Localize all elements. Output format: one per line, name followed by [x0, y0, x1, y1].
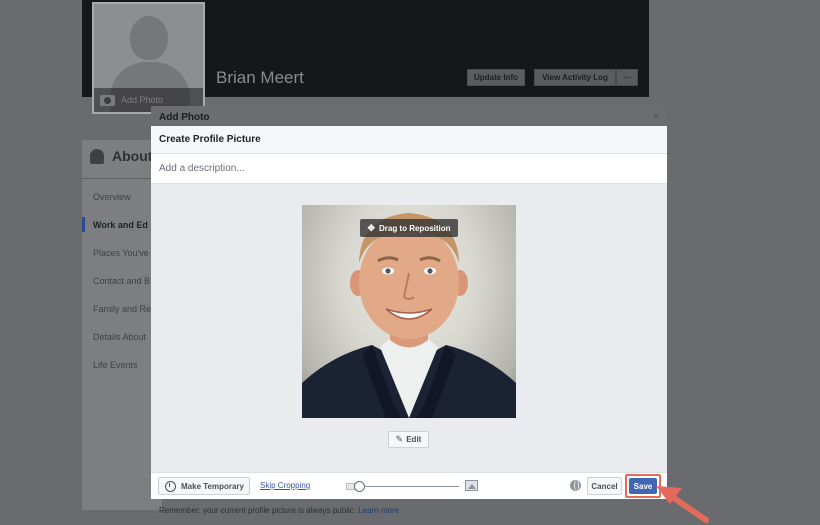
dialog-outer-title: Add Photo — [159, 112, 210, 123]
make-temporary-label: Make Temporary — [181, 481, 244, 491]
about-item-work[interactable]: Work and Ed — [93, 220, 151, 230]
zoom-slider-handle[interactable] — [354, 481, 365, 492]
update-info-button[interactable]: Update Info — [467, 69, 525, 86]
about-header: About — [90, 148, 152, 164]
about-divider — [82, 178, 162, 179]
more-options-button[interactable]: ··· — [616, 69, 638, 86]
about-item-overview[interactable]: Overview — [93, 192, 151, 202]
skip-cropping-link[interactable]: Skip Cropping — [260, 481, 310, 490]
zoom-slider-track[interactable] — [356, 486, 459, 487]
public-notice: Remember: your current profile picture i… — [159, 506, 399, 515]
view-activity-log-button[interactable]: View Activity Log — [534, 69, 616, 86]
about-title: About — [112, 148, 153, 164]
about-item-details[interactable]: Details About — [93, 332, 151, 342]
close-icon[interactable]: × — [653, 111, 659, 122]
profile-picture[interactable]: Add Photo — [92, 2, 205, 114]
about-item-places[interactable]: Places You've — [93, 248, 151, 258]
description-input[interactable] — [159, 163, 639, 174]
large-image-icon — [465, 480, 478, 491]
silhouette-head — [130, 16, 168, 60]
profile-name[interactable]: Brian Meert — [216, 68, 304, 88]
cancel-button[interactable]: Cancel — [587, 477, 622, 495]
make-temporary-button[interactable]: Make Temporary — [158, 477, 250, 495]
profile-photo-preview[interactable]: ✥ Drag to Reposition — [302, 205, 516, 418]
about-active-indicator — [82, 217, 85, 232]
add-photo-dialog: Add Photo × Create Profile Picture Add a… — [151, 106, 667, 521]
dialog-outer-titlebar: Add Photo × — [151, 106, 667, 126]
drag-label-text: Drag to Reposition — [378, 223, 451, 233]
add-photo-label: Add Photo — [121, 95, 164, 105]
dialog-footer: Make Temporary Skip Cropping Cancel Save — [151, 472, 667, 499]
dialog-title: Create Profile Picture — [159, 134, 261, 145]
crop-area: ✥ Drag to Reposition ✎ Edit — [151, 184, 667, 472]
magic-wand-icon: ✎ — [395, 434, 404, 444]
globe-icon — [570, 480, 581, 491]
learn-more-link[interactable]: Learn more — [358, 506, 399, 515]
description-row — [151, 154, 667, 184]
move-icon: ✥ — [367, 222, 375, 233]
drag-to-reposition-label[interactable]: ✥ Drag to Reposition — [360, 219, 458, 237]
edit-label: Edit — [406, 435, 422, 444]
camera-icon — [100, 94, 115, 106]
clock-icon — [165, 480, 176, 492]
about-item-life-events[interactable]: Life Events — [93, 360, 151, 370]
edit-button[interactable]: ✎ Edit — [388, 431, 429, 448]
about-item-family[interactable]: Family and Re — [93, 304, 151, 314]
dialog-header: Create Profile Picture — [151, 126, 667, 154]
save-button[interactable]: Save — [629, 478, 657, 494]
about-item-contact[interactable]: Contact and B — [93, 276, 151, 286]
public-notice-text: Remember: your current profile picture i… — [159, 506, 356, 515]
person-icon — [90, 148, 104, 164]
